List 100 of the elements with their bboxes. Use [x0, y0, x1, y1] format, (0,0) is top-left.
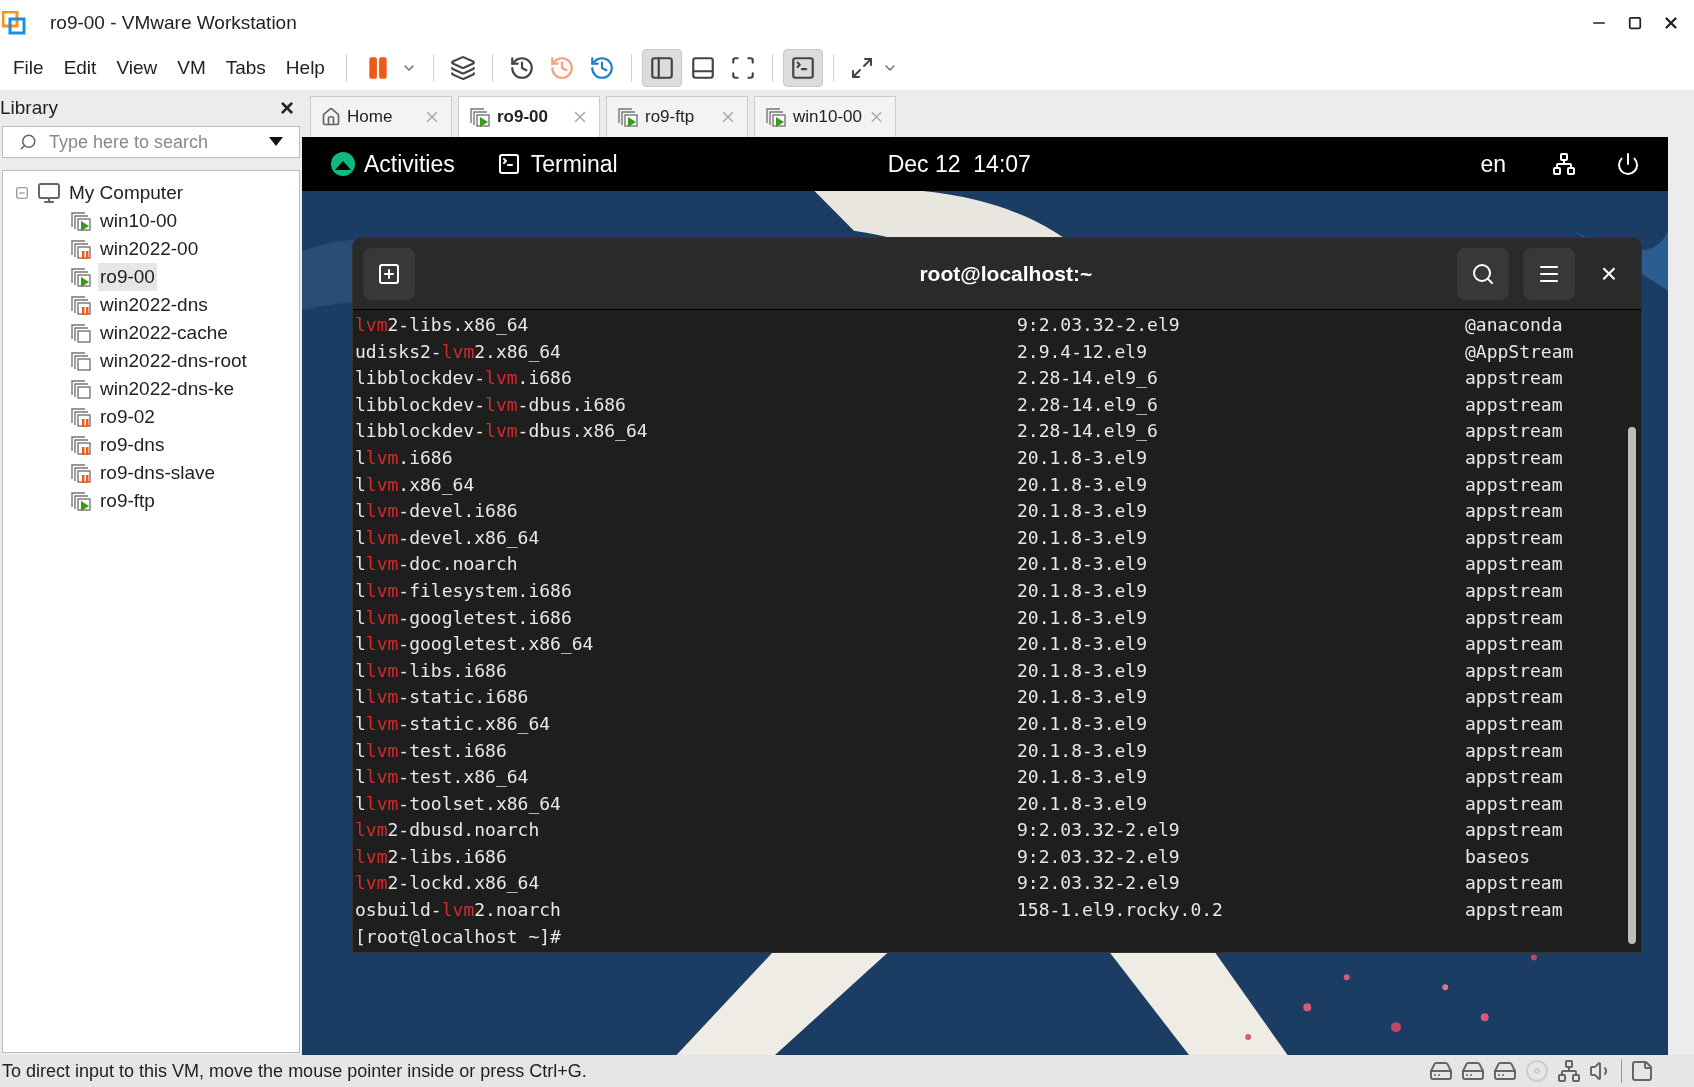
activities-button[interactable]: Activities [364, 146, 455, 182]
tree-item[interactable]: win2022-dns [98, 290, 210, 320]
new-tab-button[interactable] [363, 247, 415, 300]
package-name: osbuild-lvm2.noarch [355, 898, 562, 923]
package-name: llvm-test.x86_64 [355, 765, 530, 790]
package-repo: appstream [1465, 472, 1564, 497]
power-icon[interactable] [1616, 152, 1640, 176]
menu-item[interactable]: View [107, 53, 167, 83]
package-repo: appstream [1465, 738, 1564, 763]
bottom-panel-icon [689, 55, 716, 81]
collapse-icon[interactable] [15, 186, 29, 200]
package-name: llvm-test.i686 [355, 738, 508, 763]
close-button[interactable]: × [280, 90, 294, 126]
clock-icon [508, 55, 535, 81]
package-repo: baseos [1465, 844, 1532, 869]
menu-button[interactable] [1522, 247, 1575, 300]
package-name: lvm2-libs.x86_64 [355, 313, 530, 337]
vm-icon [70, 322, 92, 344]
network-adapter-icon[interactable] [1557, 1059, 1581, 1083]
menu-item[interactable]: VM [168, 53, 215, 83]
diagonal-arrows-icon [849, 56, 874, 80]
clock[interactable]: Dec 12 14:07 [887, 146, 1031, 182]
package-name: lvm2-lockd.x86_64 [355, 871, 541, 896]
tree-item[interactable]: ro9-00 [98, 262, 157, 292]
scrollbar[interactable] [1628, 427, 1636, 944]
tree-item[interactable]: win2022-cache [98, 318, 230, 348]
package-name: llvm-devel.x86_64 [355, 525, 541, 550]
menu-item[interactable]: Help [276, 53, 334, 83]
tab[interactable]: win10-00 [754, 96, 896, 137]
vm-icon [70, 434, 92, 456]
note-icon[interactable] [1630, 1059, 1654, 1083]
search-button[interactable] [1456, 247, 1509, 300]
package-repo: appstream [1465, 445, 1564, 470]
package-repo: appstream [1465, 578, 1564, 603]
package-repo: appstream [1465, 658, 1564, 683]
home-icon [321, 107, 341, 127]
package-version: 158-1.el9.rocky.0.2 [1017, 898, 1224, 923]
package-version: 20.1.8-3.el9 [1017, 499, 1149, 524]
tree-item[interactable]: ro9-dns [98, 430, 167, 460]
package-version: 20.1.8-3.el9 [1017, 552, 1149, 577]
language-indicator[interactable]: en [1480, 146, 1506, 182]
package-name: llvm.x86_64 [355, 472, 476, 497]
package-version: 20.1.8-3.el9 [1017, 658, 1149, 683]
console-view-button[interactable] [782, 49, 823, 87]
tab[interactable]: Home [310, 96, 452, 137]
menu-item[interactable]: Edit [54, 53, 106, 83]
tree-item[interactable]: win2022-dns-root [98, 346, 249, 376]
tree-item[interactable]: My Computer [69, 178, 184, 208]
package-repo: appstream [1465, 392, 1564, 417]
menu-item[interactable]: Tabs [216, 53, 275, 83]
package-version: 20.1.8-3.el9 [1017, 632, 1149, 657]
package-repo: appstream [1465, 765, 1564, 790]
maximize-icon[interactable] [1628, 16, 1642, 30]
package-version: 20.1.8-3.el9 [1017, 711, 1149, 736]
vm-icon [617, 106, 639, 128]
package-version: 20.1.8-3.el9 [1017, 738, 1149, 763]
search-bar[interactable]: Type here to search [2, 126, 300, 158]
clock-icon [548, 55, 575, 81]
package-version: 2.28-14.el9_6 [1017, 366, 1159, 391]
vm-icon [70, 238, 92, 260]
package-repo: @AppStream [1465, 339, 1575, 364]
package-version: 9:2.03.32-2.el9 [1017, 871, 1181, 896]
tree-item[interactable]: ro9-ftp [98, 486, 157, 516]
tree-item[interactable]: win2022-dns-ke [98, 374, 237, 404]
app-logo-icon [2, 11, 26, 35]
package-name: libblockdev-lvm-dbus.x86_64 [355, 419, 649, 444]
network-icon[interactable] [1552, 152, 1576, 176]
tree-item[interactable]: ro9-02 [98, 402, 157, 432]
package-repo: appstream [1465, 632, 1564, 657]
library-view-button[interactable] [641, 49, 682, 87]
package-repo: appstream [1465, 871, 1564, 896]
app-menu[interactable]: Terminal [530, 146, 618, 182]
menu-item[interactable]: File [4, 53, 53, 83]
terminal-icon [789, 55, 816, 81]
vm-icon [70, 210, 92, 232]
status-message: To direct input to this VM, move the mouse pointer inside or press Ctrl+G. [2, 1059, 587, 1083]
vm-icon [70, 490, 92, 512]
package-repo: appstream [1465, 419, 1564, 444]
close-icon[interactable] [1662, 14, 1680, 32]
left-panel-icon [648, 55, 675, 81]
tree-item[interactable]: win2022-00 [98, 234, 201, 264]
vm-icon [469, 106, 491, 128]
shell-prompt: [root@localhost ~]# [355, 925, 561, 947]
package-version: 9:2.03.32-2.el9 [1017, 844, 1181, 869]
tree-item[interactable]: win10-00 [98, 206, 180, 236]
package-version: 2.9.4-12.el9 [1017, 339, 1149, 364]
package-name: udisks2-lvm2.x86_64 [355, 339, 562, 364]
package-version: 20.1.8-3.el9 [1017, 685, 1149, 710]
package-name: lvm2-dbusd.noarch [355, 818, 541, 843]
search-field[interactable]: Type here to search [49, 128, 257, 156]
tab[interactable]: ro9-ftp [606, 96, 748, 137]
panel-title: Library [0, 95, 59, 120]
close-button[interactable]: × [1600, 252, 1617, 295]
tab[interactable]: ro9-00 [458, 96, 600, 137]
package-version: 2.28-14.el9_6 [1017, 419, 1159, 444]
caret-icon[interactable] [269, 137, 283, 147]
package-name: llvm-static.i686 [355, 685, 530, 710]
tree-item[interactable]: ro9-dns-slave [98, 458, 218, 488]
vm-icon [765, 106, 787, 128]
package-name: libblockdev-lvm.i686 [355, 366, 573, 391]
